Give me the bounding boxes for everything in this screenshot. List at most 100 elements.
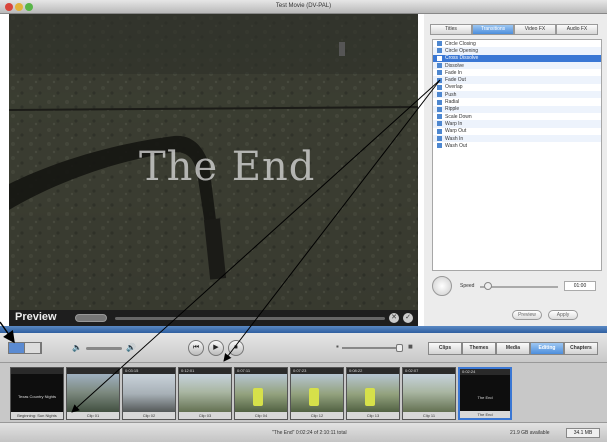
transition-icon: [437, 128, 442, 134]
transition-icon: [437, 143, 442, 149]
tab-video-fx[interactable]: Video FX: [514, 24, 556, 35]
preview-cancel-icon[interactable]: ✕: [389, 313, 399, 323]
transition-label: Fade Out: [445, 77, 466, 84]
timeline-clip[interactable]: Clip 01: [66, 367, 120, 420]
timeline-clip[interactable]: 0:07:23 Clip 12: [290, 367, 344, 420]
clip-view-toggle[interactable]: [8, 342, 42, 354]
transition-item[interactable]: Circle Closing: [433, 40, 601, 47]
mode-editing[interactable]: Editing: [530, 342, 564, 355]
transition-item[interactable]: Circle Opening: [433, 47, 601, 55]
speed-slider-knob[interactable]: [483, 282, 492, 290]
editing-toolbar: 🔈 🔊 ⏮ ▶ ⏹ ▪ ■ Clips Themes Media Editing…: [0, 333, 607, 363]
apply-transition-button[interactable]: Apply: [548, 310, 578, 320]
transition-item[interactable]: Warp Out: [433, 128, 601, 135]
transition-label: Warp Out: [445, 128, 467, 135]
preview-frame: The End: [9, 14, 418, 310]
clip-thumbnail: [123, 374, 175, 414]
clip-thumbnail: [179, 374, 231, 414]
clip-name: Clip 03: [179, 412, 231, 419]
transition-label: Overlap: [445, 84, 463, 91]
transition-item[interactable]: Dissolve: [433, 61, 601, 70]
transition-label: Dissolve: [445, 62, 464, 69]
vest-figure: [253, 388, 263, 406]
transition-item[interactable]: Scale Down: [433, 113, 601, 120]
transition-icon: [437, 41, 442, 47]
clip-timeline[interactable]: Texas Country Nights Beginning: Sun Night…: [0, 363, 607, 422]
transition-item[interactable]: Overlap: [433, 84, 601, 91]
clip-thumbnail: [403, 374, 455, 414]
timeline-clip[interactable]: 0:08:22 Clip 13: [346, 367, 400, 420]
mode-chapters[interactable]: Chapters: [564, 342, 598, 355]
disk-space: 21.9 GB available: [510, 430, 550, 436]
zoom-small-icon: ▪: [336, 342, 339, 351]
transition-item[interactable]: Cross Dissolve: [433, 54, 601, 62]
transition-icon: [437, 106, 442, 112]
project-size-button[interactable]: 34.1 MB: [566, 428, 600, 438]
preview-label: Preview: [15, 311, 57, 323]
transition-item[interactable]: Warp In: [433, 120, 601, 128]
transition-icon: [437, 63, 442, 69]
timeline-clip[interactable]: 0:07:11 Clip 04: [234, 367, 288, 420]
transition-item[interactable]: Push: [433, 91, 601, 99]
direction-dial[interactable]: [432, 276, 452, 296]
preview-done-icon[interactable]: ✓: [403, 313, 413, 323]
title-bar: Test Movie (DV-PAL): [0, 0, 607, 14]
vest-figure: [309, 388, 319, 406]
clip-name: Clip 13: [347, 412, 399, 419]
mode-media[interactable]: Media: [496, 342, 530, 355]
mode-clips[interactable]: Clips: [428, 342, 462, 355]
preview-mode-toggle[interactable]: [75, 314, 107, 322]
timeline-clip[interactable]: 0:03:15 Clip 02: [122, 367, 176, 420]
zoom-large-icon: ■: [408, 342, 413, 351]
timeline-clip[interactable]: Texas Country Nights Beginning: Sun Night…: [10, 367, 64, 420]
volume-high-icon: 🔊: [126, 343, 136, 352]
transition-icon: [437, 114, 442, 120]
play-button[interactable]: ▶: [208, 340, 224, 356]
tab-audio-fx[interactable]: Audio FX: [556, 24, 598, 35]
transition-icon: [437, 55, 442, 61]
tab-titles[interactable]: Titles: [430, 24, 472, 35]
transitions-list[interactable]: Circle Closing Circle Opening Cross Dissol…: [432, 39, 602, 271]
transition-item[interactable]: Wash In: [433, 134, 601, 143]
clip-name: The End: [460, 411, 510, 418]
transition-item[interactable]: Ripple: [433, 105, 601, 113]
transition-label: Cross Dissolve: [445, 55, 479, 62]
title-overlay: The End: [139, 144, 316, 190]
fullscreen-play-button[interactable]: ⏹: [228, 340, 244, 356]
rewind-button[interactable]: ⏮: [188, 340, 204, 356]
transition-item[interactable]: Fade Out: [433, 76, 601, 84]
tab-transitions[interactable]: Transitions: [472, 24, 514, 35]
clip-name: Clip 04: [235, 412, 287, 419]
transition-label: Fade In: [445, 69, 462, 76]
transition-item[interactable]: Fade In: [433, 69, 601, 76]
preview-scrubber[interactable]: [115, 317, 385, 320]
volume-slider[interactable]: [86, 347, 122, 350]
clip-thumbnail: [67, 374, 119, 414]
clip-title-text: Texas Country Nights: [17, 394, 56, 399]
transition-icon: [437, 99, 442, 105]
transition-item[interactable]: Radial: [433, 98, 601, 105]
preview-transition-button[interactable]: Preview: [512, 310, 542, 320]
mode-themes[interactable]: Themes: [462, 342, 496, 355]
timeline-clip[interactable]: 0:12:01 Clip 03: [178, 367, 232, 420]
timeline-drop-bar: [0, 326, 607, 333]
timeline-zoom-slider[interactable]: [342, 347, 400, 349]
clip-name: Clip 01: [67, 412, 119, 419]
mode-buttons: Clips Themes Media Editing Chapters: [428, 342, 598, 355]
transition-icon: [437, 48, 442, 54]
transition-icon: [437, 121, 442, 127]
transition-icon: [437, 92, 442, 98]
timeline-clip[interactable]: 0:02:07 Clip 11: [402, 367, 456, 420]
panel-tabs: Titles Transitions Video FX Audio FX: [430, 24, 598, 35]
transition-label: Wash Out: [445, 142, 468, 149]
speed-label: Speed: [460, 283, 475, 289]
transition-label: Circle Closing: [445, 40, 476, 47]
transition-item[interactable]: Wash Out: [433, 142, 601, 149]
clip-thumbnail: [291, 374, 343, 414]
transition-label: Push: [445, 91, 457, 98]
timeline-zoom-knob[interactable]: [396, 344, 403, 352]
transition-label: Warp In: [445, 120, 463, 127]
transition-label: Ripple: [445, 106, 460, 113]
timeline-clip[interactable]: 0:02:24 The End The End: [458, 367, 512, 420]
transition-icon: [437, 77, 442, 83]
